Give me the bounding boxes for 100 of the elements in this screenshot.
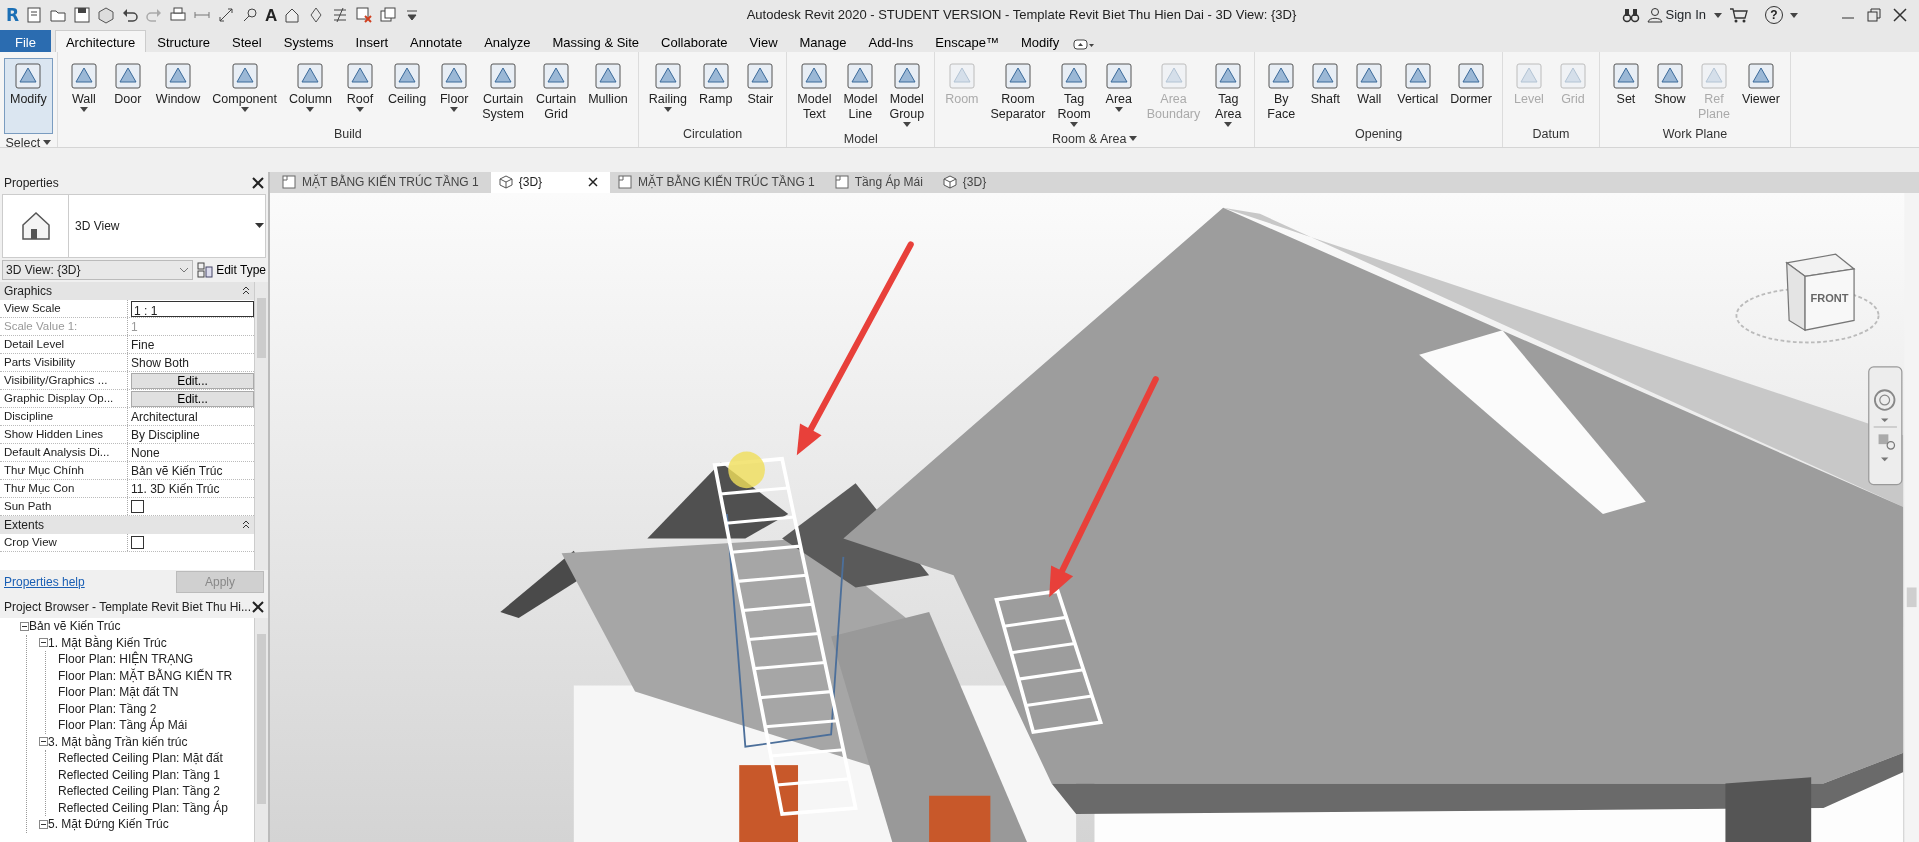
- sign-in-button[interactable]: Sign In: [1645, 4, 1707, 26]
- document-icon[interactable]: [25, 6, 44, 24]
- text-tool-button[interactable]: A: [265, 6, 278, 24]
- ribbon-tool-button[interactable]: Ramp: [693, 58, 739, 109]
- ribbon-tool-button[interactable]: By Face: [1259, 58, 1304, 124]
- edit-button[interactable]: Edit...: [131, 372, 254, 389]
- tree-item[interactable]: Floor Plan: Mặt đất TN: [58, 683, 179, 702]
- edit-button[interactable]: Edit...: [131, 390, 254, 407]
- scrollbar[interactable]: [254, 282, 268, 570]
- close-icon[interactable]: [252, 601, 264, 613]
- ribbon-tool-button[interactable]: Vertical: [1391, 58, 1445, 109]
- ribbon-tool-button[interactable]: Modify: [4, 58, 53, 134]
- tree-item[interactable]: Bản vẽ Kiến Trúc: [29, 618, 121, 636]
- ribbon-tool-button[interactable]: Viewer: [1735, 58, 1786, 109]
- edit-type-button[interactable]: Edit Type: [197, 261, 266, 279]
- scrollbar[interactable]: [1904, 192, 1919, 842]
- ribbon-tool-button[interactable]: Window: [149, 58, 207, 109]
- ribbon-tab[interactable]: Analyze: [473, 30, 542, 52]
- ribbon-tool-button[interactable]: Area: [1096, 58, 1141, 115]
- ribbon-tool-button[interactable]: Set: [1603, 58, 1648, 109]
- ribbon-tool-button[interactable]: Shaft: [1303, 58, 1348, 109]
- ribbon-tool-button[interactable]: Ceiling: [382, 58, 433, 109]
- ribbon-tool-button[interactable]: Curtain System: [476, 58, 530, 124]
- app-logo[interactable]: R: [6, 6, 20, 24]
- ribbon-tab[interactable]: Collaborate: [650, 30, 739, 52]
- ribbon-tool-button[interactable]: Tag Room: [1051, 58, 1097, 130]
- collapse-box-icon[interactable]: [39, 737, 48, 747]
- ribbon-tab[interactable]: Annotate: [399, 30, 474, 52]
- restore-icon[interactable]: [1867, 8, 1881, 22]
- navigation-bar[interactable]: [1868, 366, 1903, 485]
- dimension-icon[interactable]: [217, 6, 236, 24]
- ribbon-tab[interactable]: Systems: [272, 30, 345, 52]
- panel-title[interactable]: Select: [5, 134, 41, 156]
- ribbon-tab[interactable]: View: [738, 30, 789, 52]
- ribbon-tool-button[interactable]: Model Line: [837, 58, 884, 124]
- cart-icon[interactable]: [1729, 6, 1749, 24]
- ribbon-tool-button[interactable]: Model Text: [791, 58, 838, 124]
- tree-item[interactable]: Reflected Ceiling Plan: Tầng 2: [58, 782, 220, 801]
- viewport-3d[interactable]: FRONT: [270, 192, 1919, 842]
- ribbon-tab[interactable]: Manage: [788, 30, 858, 52]
- switch-windows-icon[interactable]: [379, 6, 398, 24]
- panel-title[interactable]: Room & Area: [1052, 130, 1127, 152]
- ribbon-tool-button[interactable]: Door: [105, 58, 150, 109]
- ribbon-tab[interactable]: Add-Ins: [857, 30, 925, 52]
- document-tab[interactable]: MẶT BẰNG KIẾN TRÚC TẦNG 1: [610, 172, 827, 193]
- close-icon[interactable]: [252, 177, 264, 189]
- document-tab[interactable]: {3D}: [490, 172, 611, 193]
- ribbon-tool-button[interactable]: Component: [206, 58, 283, 115]
- ribbon-tab[interactable]: File: [0, 30, 51, 52]
- tree-item[interactable]: 1. Mặt Bằng Kiến Trúc: [48, 633, 167, 652]
- group-header[interactable]: Extents: [0, 516, 254, 534]
- tree-item[interactable]: Floor Plan: HIỆN TRẠNG: [58, 650, 194, 669]
- checkbox[interactable]: [131, 536, 144, 549]
- ribbon-tool-button[interactable]: Show: [1647, 58, 1692, 109]
- group-header[interactable]: Graphics: [0, 282, 254, 300]
- panel-toggle-icon[interactable]: [1073, 38, 1096, 52]
- ribbon-tab[interactable]: Enscape™: [924, 30, 1010, 52]
- ribbon-tool-button[interactable]: Stair: [738, 58, 783, 109]
- tree-item[interactable]: 5. Mặt Đứng Kiến Trúc: [48, 815, 169, 834]
- help-link[interactable]: Properties help: [4, 573, 85, 591]
- caret-icon[interactable]: [43, 140, 52, 147]
- checkbox[interactable]: [131, 500, 144, 513]
- ribbon-tool-button[interactable]: Railing: [642, 58, 693, 115]
- collapse-box-icon[interactable]: [39, 819, 48, 829]
- collapse-box-icon[interactable]: [20, 621, 29, 631]
- tree-item[interactable]: Reflected Ceiling Plan: Tầng Áp: [58, 798, 228, 817]
- instance-dropdown[interactable]: 3D View: {3D}: [2, 260, 194, 280]
- ribbon-tool-button[interactable]: Column: [282, 58, 338, 115]
- ribbon-tool-button[interactable]: Wall: [61, 58, 106, 115]
- ribbon-tab[interactable]: Massing & Site: [541, 30, 651, 52]
- ribbon-tool-button[interactable]: Roof: [338, 58, 382, 115]
- collapse-box-icon[interactable]: [39, 638, 48, 648]
- close-icon[interactable]: [1893, 8, 1907, 22]
- ribbon-tool-button[interactable]: Room Separator: [984, 58, 1052, 124]
- scrollbar[interactable]: [254, 618, 268, 842]
- tree-item[interactable]: Floor Plan: MẶT BẰNG KIẾN TR: [58, 666, 233, 685]
- ribbon-tool-button[interactable]: Mullion: [582, 58, 634, 109]
- print-icon[interactable]: [169, 6, 188, 24]
- ribbon-tab[interactable]: Modify: [1009, 30, 1071, 52]
- ribbon-tool-button[interactable]: Tag Area: [1206, 58, 1251, 130]
- tree-item[interactable]: 3. Mặt bằng Trần kiến trúc: [48, 732, 188, 751]
- caret-icon[interactable]: [1129, 136, 1138, 143]
- ribbon-tab[interactable]: Structure: [146, 30, 222, 52]
- document-tab[interactable]: {3D}: [934, 172, 999, 193]
- save-icon[interactable]: [73, 6, 92, 24]
- ribbon-tab[interactable]: Steel: [221, 30, 273, 52]
- ribbon-tool-button[interactable]: Floor: [432, 58, 477, 115]
- close-windows-icon[interactable]: [355, 6, 374, 24]
- document-tab[interactable]: MẶT BẰNG KIẾN TRÚC TẦNG 1: [274, 172, 491, 193]
- ribbon-tool-button[interactable]: Dormer: [1444, 58, 1498, 109]
- ribbon-tool-button[interactable]: Model Group: [883, 58, 931, 130]
- tree-item[interactable]: Reflected Ceiling Plan: Tầng 1: [58, 765, 220, 784]
- house-icon[interactable]: [283, 6, 302, 24]
- tree-item[interactable]: Floor Plan: Tầng Áp Mái: [58, 716, 188, 735]
- cube-icon[interactable]: [97, 6, 116, 24]
- ribbon-tab[interactable]: Architecture: [54, 30, 147, 52]
- document-tab[interactable]: Tầng Áp Mái: [826, 172, 935, 193]
- tree-item[interactable]: Reflected Ceiling Plan: Mặt đất: [58, 749, 223, 768]
- ribbon-tool-button[interactable]: Wall: [1347, 58, 1392, 109]
- type-selector[interactable]: 3D View: [2, 194, 266, 258]
